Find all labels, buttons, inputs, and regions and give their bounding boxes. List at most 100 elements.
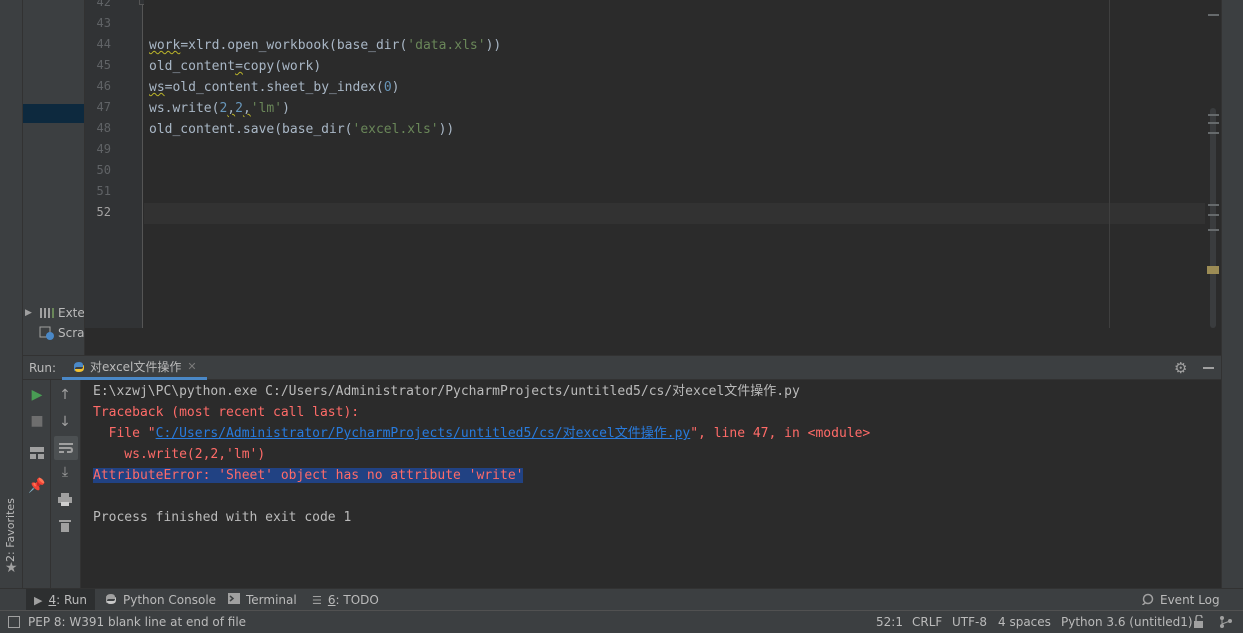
warning-stripe-mark[interactable] xyxy=(1208,122,1219,124)
code-token: old_content.sheet_by_index( xyxy=(172,80,384,95)
project-panel: ▶ Exte Scra xyxy=(23,0,85,355)
code-token: = xyxy=(235,59,243,74)
editor-gutter: 42 43 44 45 46 47 48 49 50 51 52 xyxy=(85,0,148,328)
event-log-label: Event Log xyxy=(1160,593,1220,607)
caret-stripe-mark[interactable] xyxy=(1207,266,1219,274)
close-icon[interactable]: ✕ xyxy=(187,360,196,373)
event-log-button[interactable]: Event Log xyxy=(1134,589,1228,611)
code-token: copy(work) xyxy=(242,59,322,74)
file-encoding[interactable]: UTF-8 xyxy=(952,615,987,629)
console-text: File " xyxy=(93,426,156,441)
pin-icon[interactable]: 📌 xyxy=(23,474,51,498)
search-icon xyxy=(1142,593,1154,608)
code-token: ws.write( xyxy=(149,101,220,116)
toggle-tool-windows-icon[interactable] xyxy=(8,616,20,628)
status-bar: PEP 8: W391 blank line at end of file 52… xyxy=(0,610,1243,633)
code-line-44[interactable]: work=xlrd.open_workbook(base_dir('data.x… xyxy=(149,35,501,56)
code-token: , xyxy=(242,101,251,116)
tool-window-tabs: ▶ 4: Run Python Console Terminal ☰ 6: TO… xyxy=(0,588,1243,611)
code-editor[interactable]: work=xlrd.open_workbook(base_dir('data.x… xyxy=(144,0,1205,328)
code-string: 'lm' xyxy=(250,101,283,116)
code-token: old_content.save(base_dir( xyxy=(149,122,353,137)
warning-stripe-mark[interactable] xyxy=(1208,204,1219,206)
run-toolbar-primary: ▶ ■ 📌 xyxy=(23,380,51,588)
code-token: ) xyxy=(282,101,290,116)
lock-icon[interactable] xyxy=(1193,614,1205,631)
code-line-47[interactable]: ws.write(2,2,'lm') xyxy=(149,98,290,119)
indent-setting[interactable]: 4 spaces xyxy=(998,615,1051,629)
warning-stripe-mark[interactable] xyxy=(1208,114,1219,116)
warning-stripe-mark[interactable] xyxy=(1208,132,1219,134)
console-command-line: E:\xzwj\PC\python.exe C:/Users/Administr… xyxy=(93,384,800,399)
gear-icon[interactable]: ⚙ xyxy=(1174,359,1187,377)
tab-terminal-label: Terminal xyxy=(246,593,297,607)
tree-item-label: Exte xyxy=(58,306,85,320)
run-toolbar-secondary: ↑ ↓ ⤓ xyxy=(51,380,81,588)
tab-run[interactable]: ▶ 4: Run xyxy=(26,589,95,611)
git-icon[interactable] xyxy=(1219,615,1233,631)
favorites-tab[interactable]: 2: Favorites ★ xyxy=(3,496,21,584)
warning-stripe-mark[interactable] xyxy=(1208,214,1219,216)
code-token: ws xyxy=(149,80,165,95)
code-token: xlrd.open_workbook(base_dir( xyxy=(188,38,408,53)
down-arrow-icon[interactable]: ↓ xyxy=(51,410,79,434)
line-number: 43 xyxy=(96,16,111,30)
status-message[interactable]: PEP 8: W391 blank line at end of file xyxy=(28,615,246,629)
console-file-link[interactable]: C:/Users/Administrator/PycharmProjects/u… xyxy=(156,426,691,441)
console-exit-line: Process finished with exit code 1 xyxy=(93,510,352,525)
line-number: 42 xyxy=(96,0,111,9)
code-number: 0 xyxy=(383,80,392,95)
project-selected-row[interactable] xyxy=(23,104,84,123)
tab-python-console[interactable]: Python Console xyxy=(97,589,224,611)
python-interpreter[interactable]: Python 3.6 (untitled1) xyxy=(1061,615,1193,629)
soft-wrap-icon[interactable] xyxy=(54,436,78,460)
minimize-icon[interactable] xyxy=(1203,367,1214,369)
python-console-icon xyxy=(105,593,117,608)
library-icon xyxy=(39,306,55,320)
line-number: 50 xyxy=(96,163,111,177)
print-icon[interactable] xyxy=(51,487,79,511)
current-line-highlight xyxy=(144,203,1205,224)
console-selected-text: AttributeError: 'Sheet' object has no at… xyxy=(93,468,524,483)
right-tool-strip xyxy=(1221,0,1243,588)
scroll-thumb[interactable] xyxy=(1210,108,1216,328)
tab-todo[interactable]: ☰ 6: TODO xyxy=(304,589,387,611)
run-console[interactable]: E:\xzwj\PC\python.exe C:/Users/Administr… xyxy=(81,380,1221,588)
up-arrow-icon[interactable]: ↑ xyxy=(51,383,79,407)
trash-icon[interactable] xyxy=(51,513,79,537)
tab-python-console-label: Python Console xyxy=(123,593,217,607)
code-line-48[interactable]: old_content.save(base_dir('excel.xls')) xyxy=(149,119,454,140)
code-number: 2 xyxy=(235,101,243,116)
error-stripe-mark[interactable] xyxy=(1208,14,1219,16)
tab-run-label: : Run xyxy=(56,593,87,607)
right-margin-guide xyxy=(1109,0,1110,328)
caret-position[interactable]: 52:1 xyxy=(876,615,903,629)
stop-button[interactable]: ■ xyxy=(23,409,51,433)
tree-item-external-libraries[interactable]: ▶ Exte xyxy=(25,304,85,322)
code-line-46[interactable]: ws=old_content.sheet_by_index(0) xyxy=(149,77,399,98)
editor-bottom-area xyxy=(85,328,1220,355)
code-string: 'excel.xls' xyxy=(352,122,439,137)
expand-arrow-icon[interactable]: ▶ xyxy=(25,308,39,318)
tab-terminal[interactable]: Terminal xyxy=(220,589,305,611)
scroll-to-end-icon[interactable]: ⤓ xyxy=(51,460,79,484)
rerun-button[interactable]: ▶ xyxy=(23,383,51,407)
python-icon xyxy=(72,360,86,374)
tree-item-scratches[interactable]: Scra xyxy=(39,324,84,342)
console-text: ", line 47, in <module> xyxy=(690,426,871,441)
line-number: 51 xyxy=(96,184,111,198)
console-error-line[interactable]: AttributeError: 'Sheet' object has no at… xyxy=(93,465,524,486)
warning-stripe-mark[interactable] xyxy=(1208,229,1219,231)
console-file-line: File "C:/Users/Administrator/PycharmProj… xyxy=(93,423,871,444)
code-line-45[interactable]: old_content=copy(work) xyxy=(149,56,321,77)
star-icon: ★ xyxy=(5,560,18,576)
editor-scrollbar[interactable] xyxy=(1205,0,1221,328)
run-tool-window-header: Run: 对excel文件操作 ✕ ⚙ xyxy=(23,355,1221,380)
line-separator[interactable]: CRLF xyxy=(912,615,942,629)
tab-todo-label: : TODO xyxy=(335,593,379,607)
line-number: 48 xyxy=(96,121,111,135)
line-number: 47 xyxy=(96,100,111,114)
run-config-tab[interactable]: 对excel文件操作 ✕ xyxy=(62,356,207,380)
layout-icon[interactable] xyxy=(23,441,51,465)
run-icon: ▶ xyxy=(34,593,43,607)
